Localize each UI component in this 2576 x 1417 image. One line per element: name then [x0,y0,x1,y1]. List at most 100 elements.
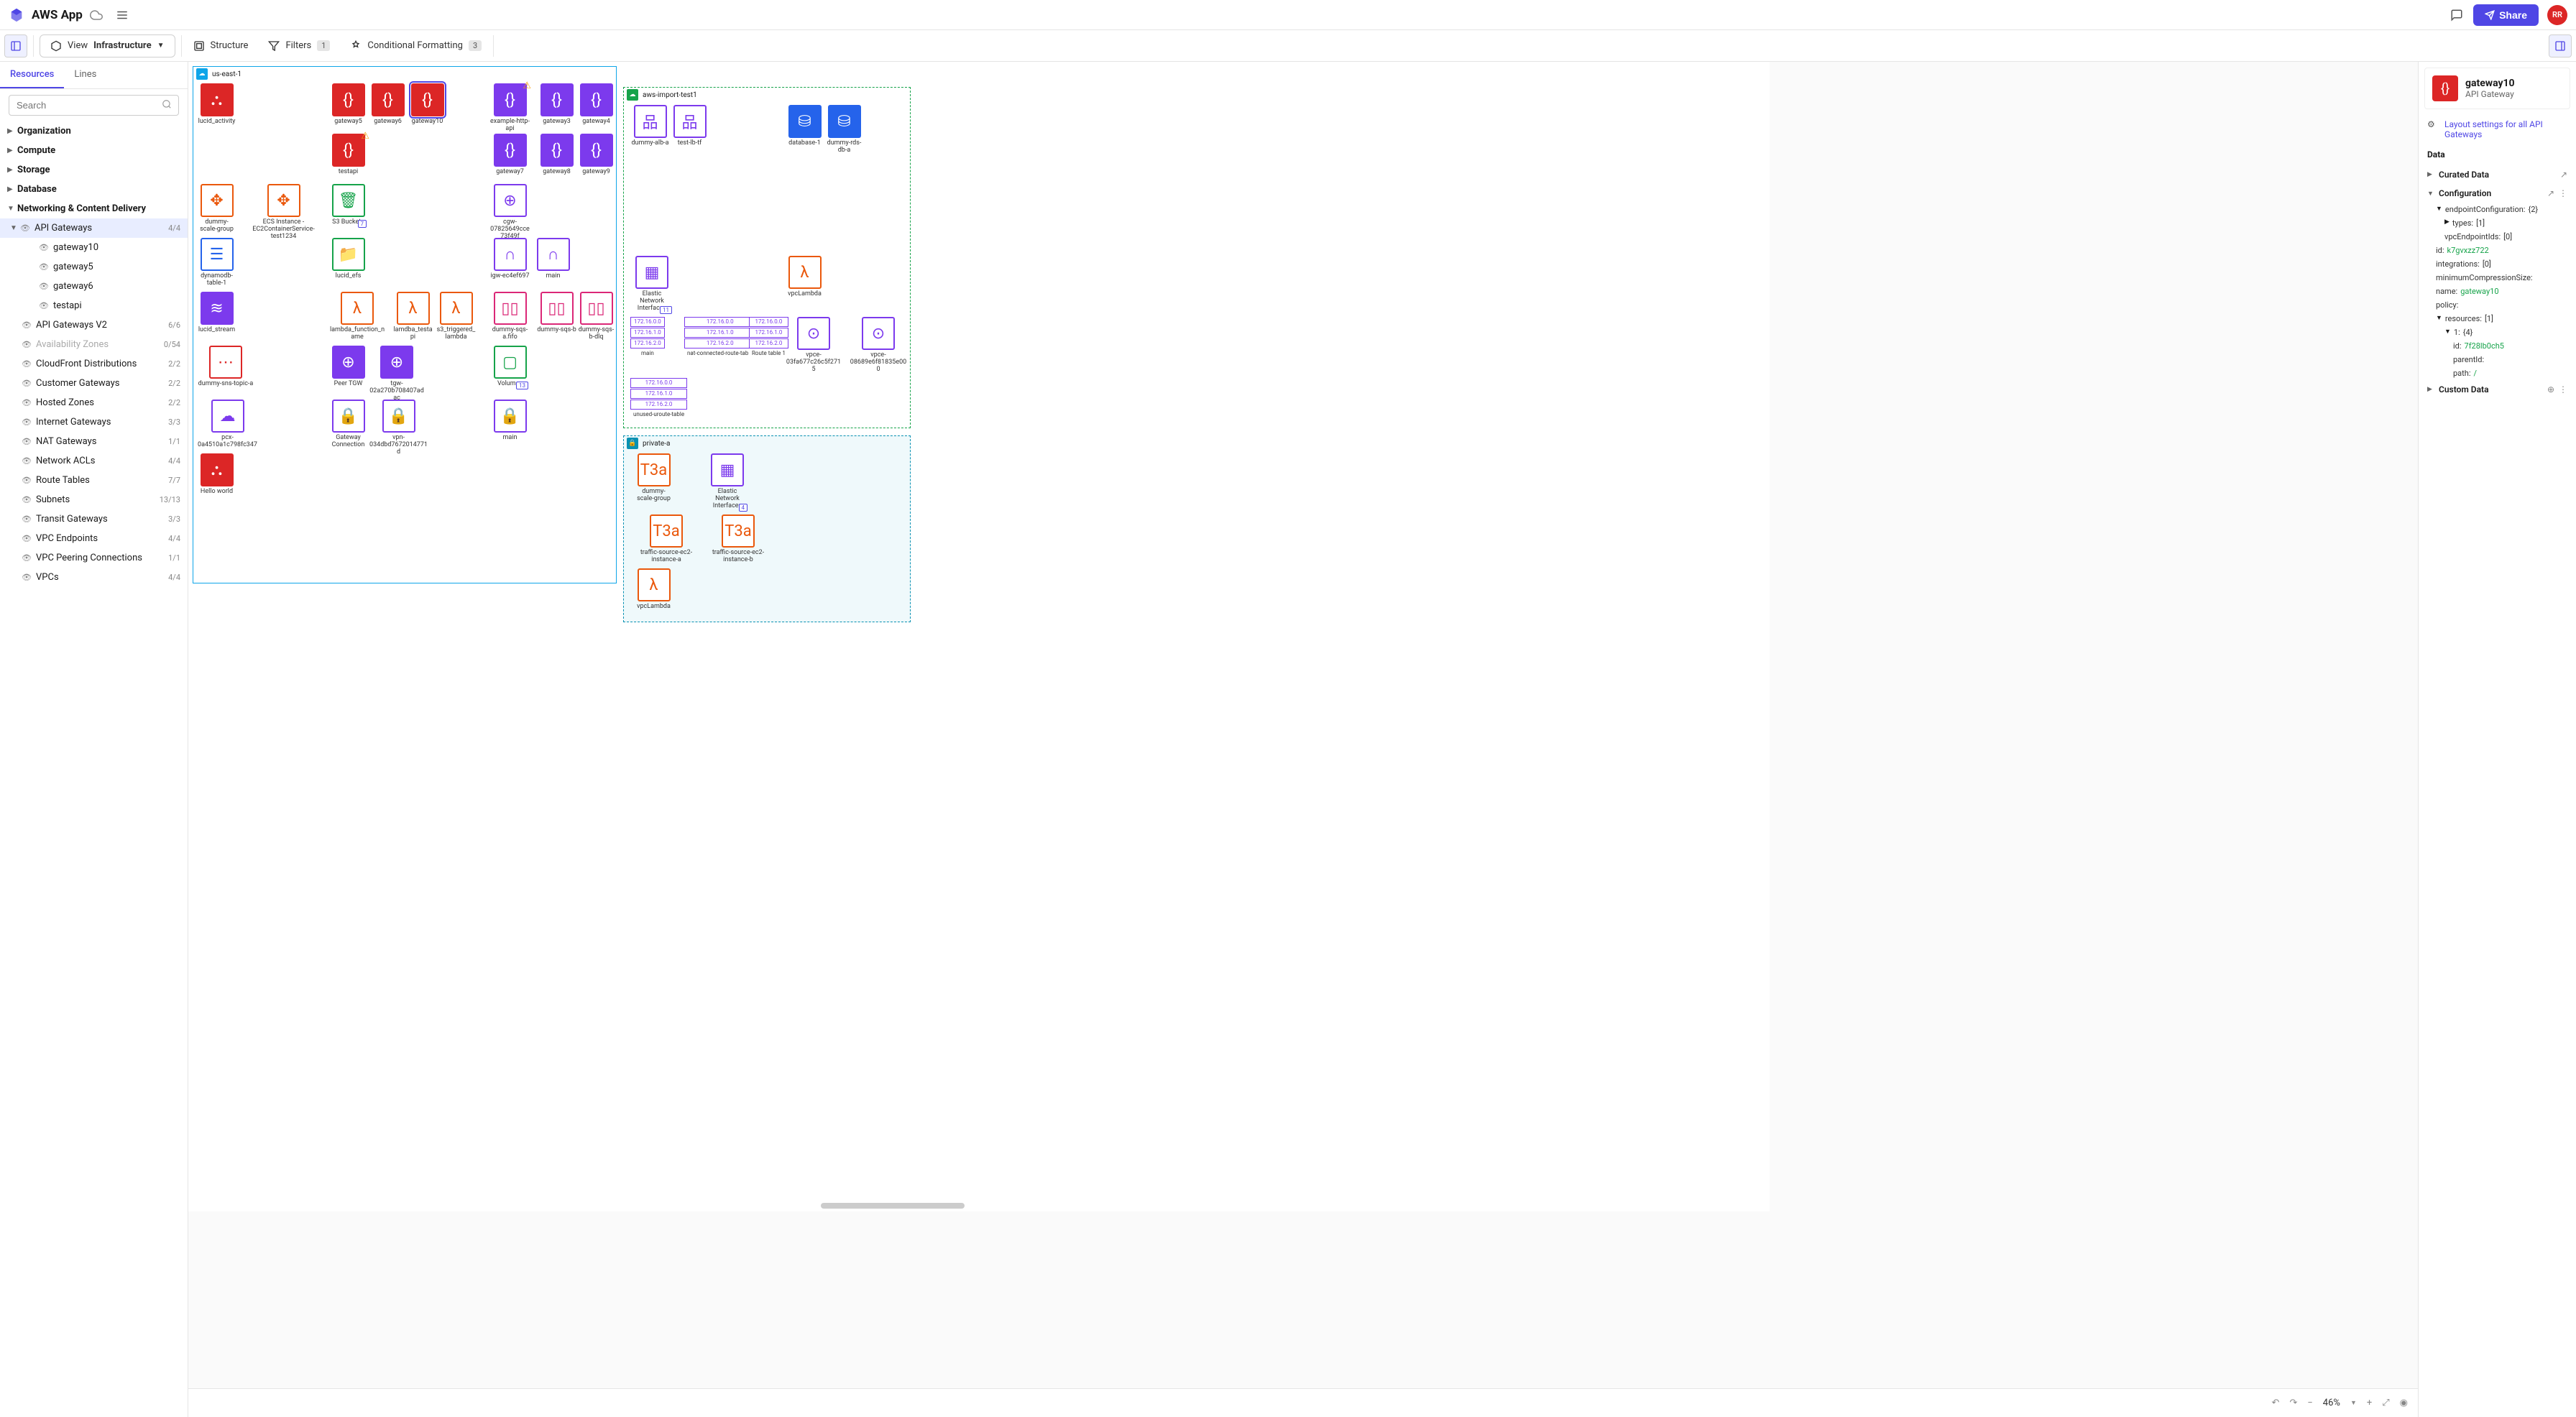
zoom-out-button[interactable]: − [2307,1398,2312,1408]
external-link-icon[interactable]: ↗ [2560,170,2567,180]
res-sqs-b[interactable]: ▯▯dummy-sqs-b [537,292,576,334]
tab-lines[interactable]: Lines [64,62,106,88]
res-testapi[interactable]: {}⚠testapi [328,134,368,176]
tree-item[interactable]: 👁VPC Peering Connections1/1 [0,548,188,568]
res-gateway6[interactable]: {}gateway6 [368,83,408,126]
res-alb[interactable]: 品dummy-alb-a [630,105,670,147]
tree-item[interactable]: 👁Network ACLs4/4 [0,451,188,471]
res-eni2[interactable]: ▦4Elastic Network Interfaces [706,453,749,510]
res-ecs[interactable]: ✥ECS Instance - EC2ContainerService-test… [249,184,318,241]
avatar[interactable]: RR [2547,5,2567,25]
more-icon[interactable]: ⋮ [2559,384,2567,394]
res-dynamodb[interactable]: ☰dynamodb-table-1 [197,238,236,287]
res-lucid-activity[interactable]: ⛬lucid_activity [197,83,236,126]
curated-data-row[interactable]: ▶Curated Data↗ [2419,165,2576,184]
accessibility-icon[interactable]: ◉ [2400,1398,2408,1408]
res-main[interactable]: ∩main [533,238,573,280]
res-gateway4[interactable]: {}gateway4 [576,83,616,126]
res-scale2[interactable]: T3adummy-scale-group [634,453,673,503]
cloud-icon[interactable] [90,9,103,22]
res-vpn[interactable]: 🔒vpn-034dbd7672014771d [368,400,429,456]
tree-item[interactable]: 👁Internet Gateways3/3 [0,412,188,432]
ip-main[interactable]: 172.16.0.0172.16.1.0172.16.2.0 main [630,317,665,359]
structure-button[interactable]: Structure [183,34,259,57]
filters-button[interactable]: Filters 1 [258,34,340,57]
res-cgw[interactable]: ⊕cgw-07825649cce73f49f [490,184,530,241]
res-main2[interactable]: 🔒main [490,400,530,442]
res-peer-tgw[interactable]: ⊕Peer TGW [328,346,368,388]
res-db1[interactable]: ⛁database-1 [785,105,824,147]
tree-database[interactable]: ▶Database [0,180,188,199]
layout-settings-link[interactable]: ⚙ Layout settings for all API Gateways [2419,115,2576,144]
res-vpclambda2[interactable]: λvpcLambda [634,568,673,611]
zoom-dropdown-icon[interactable]: ▼ [2350,1399,2357,1407]
tree-item[interactable]: 👁Hosted Zones2/2 [0,393,188,412]
tree-item[interactable]: 👁Transit Gateways3/3 [0,509,188,529]
res-sqs-a[interactable]: ▯▯dummy-sqs-a.fifo [490,292,530,341]
res-rds[interactable]: ⛁dummy-rds-db-a [824,105,864,154]
ip-rt1[interactable]: 172.16.0.0172.16.1.0172.16.2.0 Route tab… [749,317,788,359]
res-s3[interactable]: 🗑7S3 Buckets [328,184,368,226]
tree-item[interactable]: 👁Customer Gateways2/2 [0,374,188,393]
res-vpclambda[interactable]: λvpcLambda [785,256,824,298]
res-vpce1[interactable]: ⊙vpce-03fa677c26c5f2715 [785,317,842,374]
tree-item[interactable]: 👁NAT Gateways1/1 [0,432,188,451]
fit-button[interactable]: ⤢ [2382,1398,2389,1408]
res-gw-conn[interactable]: 🔒Gateway Connection [328,400,368,449]
res-eni[interactable]: ▦11Elastic Network Interfaces [630,256,673,313]
res-lambda-test[interactable]: λlamdba_testapi [393,292,433,341]
res-pcx[interactable]: ☁pcx-0a4510a1c798fc347 [197,400,258,449]
tree-organization[interactable]: ▶Organization [0,121,188,141]
tree-testapi[interactable]: 👁testapi [0,296,188,315]
res-gateway5[interactable]: {}gateway5 [328,83,368,126]
tree-item[interactable]: 👁Route Tables7/7 [0,471,188,490]
res-gateway10[interactable]: {}gateway10 [408,83,447,126]
res-testlb[interactable]: 品test-lb-tf [670,105,709,147]
configuration-row[interactable]: ▼Configuration↗⋮ [2419,184,2576,203]
tab-resources[interactable]: Resources [0,62,64,88]
add-icon[interactable]: ⊕ [2547,384,2554,394]
tree-compute[interactable]: ▶Compute [0,141,188,160]
res-stream[interactable]: ≋lucid_stream [197,292,236,334]
share-button[interactable]: Share [2473,4,2539,26]
res-dummy-scale[interactable]: ✥dummy-scale-group [197,184,236,234]
tree-gateway5[interactable]: 👁gateway5 [0,257,188,277]
ip-unused[interactable]: 172.16.0.0172.16.1.0172.16.2.0 unused-ur… [630,378,687,420]
more-icon[interactable]: ⋮ [2559,188,2567,198]
left-panel-toggle[interactable] [4,34,27,57]
comment-icon[interactable] [2450,9,2463,22]
res-lambda[interactable]: λlambda_function_name [328,292,386,341]
zoom-in-button[interactable]: + [2367,1398,2372,1408]
res-gateway8[interactable]: {}gateway8 [537,134,576,176]
tree-storage[interactable]: ▶Storage [0,160,188,180]
res-example-http[interactable]: {}⚠example-http-api [490,83,530,133]
horizontal-scrollbar[interactable] [821,1203,965,1209]
res-traffic-b[interactable]: T3atraffic-source-ec2-instance-b [706,514,770,564]
res-vpce2[interactable]: ⊙vpce-08689e6f81835e000 [850,317,907,374]
search-input[interactable] [9,95,179,116]
res-s3-trig[interactable]: λs3_triggered_lambda [436,292,476,341]
res-igw[interactable]: ∩igw-ec4ef697 [490,238,530,280]
res-gateway7[interactable]: {}gateway7 [490,134,530,176]
tree-item[interactable]: 👁CloudFront Distributions2/2 [0,354,188,374]
view-selector[interactable]: View Infrastructure ▼ [40,34,175,57]
res-gateway9[interactable]: {}gateway9 [576,134,616,176]
tree-item[interactable]: 👁VPC Endpoints4/4 [0,529,188,548]
custom-data-row[interactable]: ▶Custom Data⊕⋮ [2419,380,2576,399]
undo-button[interactable]: ↶ [2272,1398,2280,1408]
res-traffic-a[interactable]: T3atraffic-source-ec2-instance-a [634,514,699,564]
zoom-level[interactable]: 46% [2323,1398,2340,1408]
res-volumes[interactable]: ▢13Volumes [490,346,530,388]
redo-button[interactable]: ↷ [2289,1398,2297,1408]
ip-nat[interactable]: 172.16.0.0172.16.1.0172.16.2.0 nat-conne… [684,317,756,359]
res-efs[interactable]: 📁lucid_efs [328,238,368,280]
res-tgw[interactable]: ⊕tgw-02a270b708407adac [368,346,426,402]
res-gateway3[interactable]: {}gateway3 [537,83,576,126]
external-link-icon[interactable]: ↗ [2547,188,2554,198]
tree-networking[interactable]: ▼Networking & Content Delivery [0,199,188,218]
tree-api-gateways[interactable]: ▼👁API Gateways4/4 [0,218,188,238]
tree-item[interactable]: 👁Subnets13/13 [0,490,188,509]
res-sqs-bdlq[interactable]: ▯▯dummy-sqs-b-dlq [576,292,616,341]
tree-gateway10[interactable]: 👁gateway10 [0,238,188,257]
tree-item[interactable]: 👁Availability Zones0/54 [0,335,188,354]
